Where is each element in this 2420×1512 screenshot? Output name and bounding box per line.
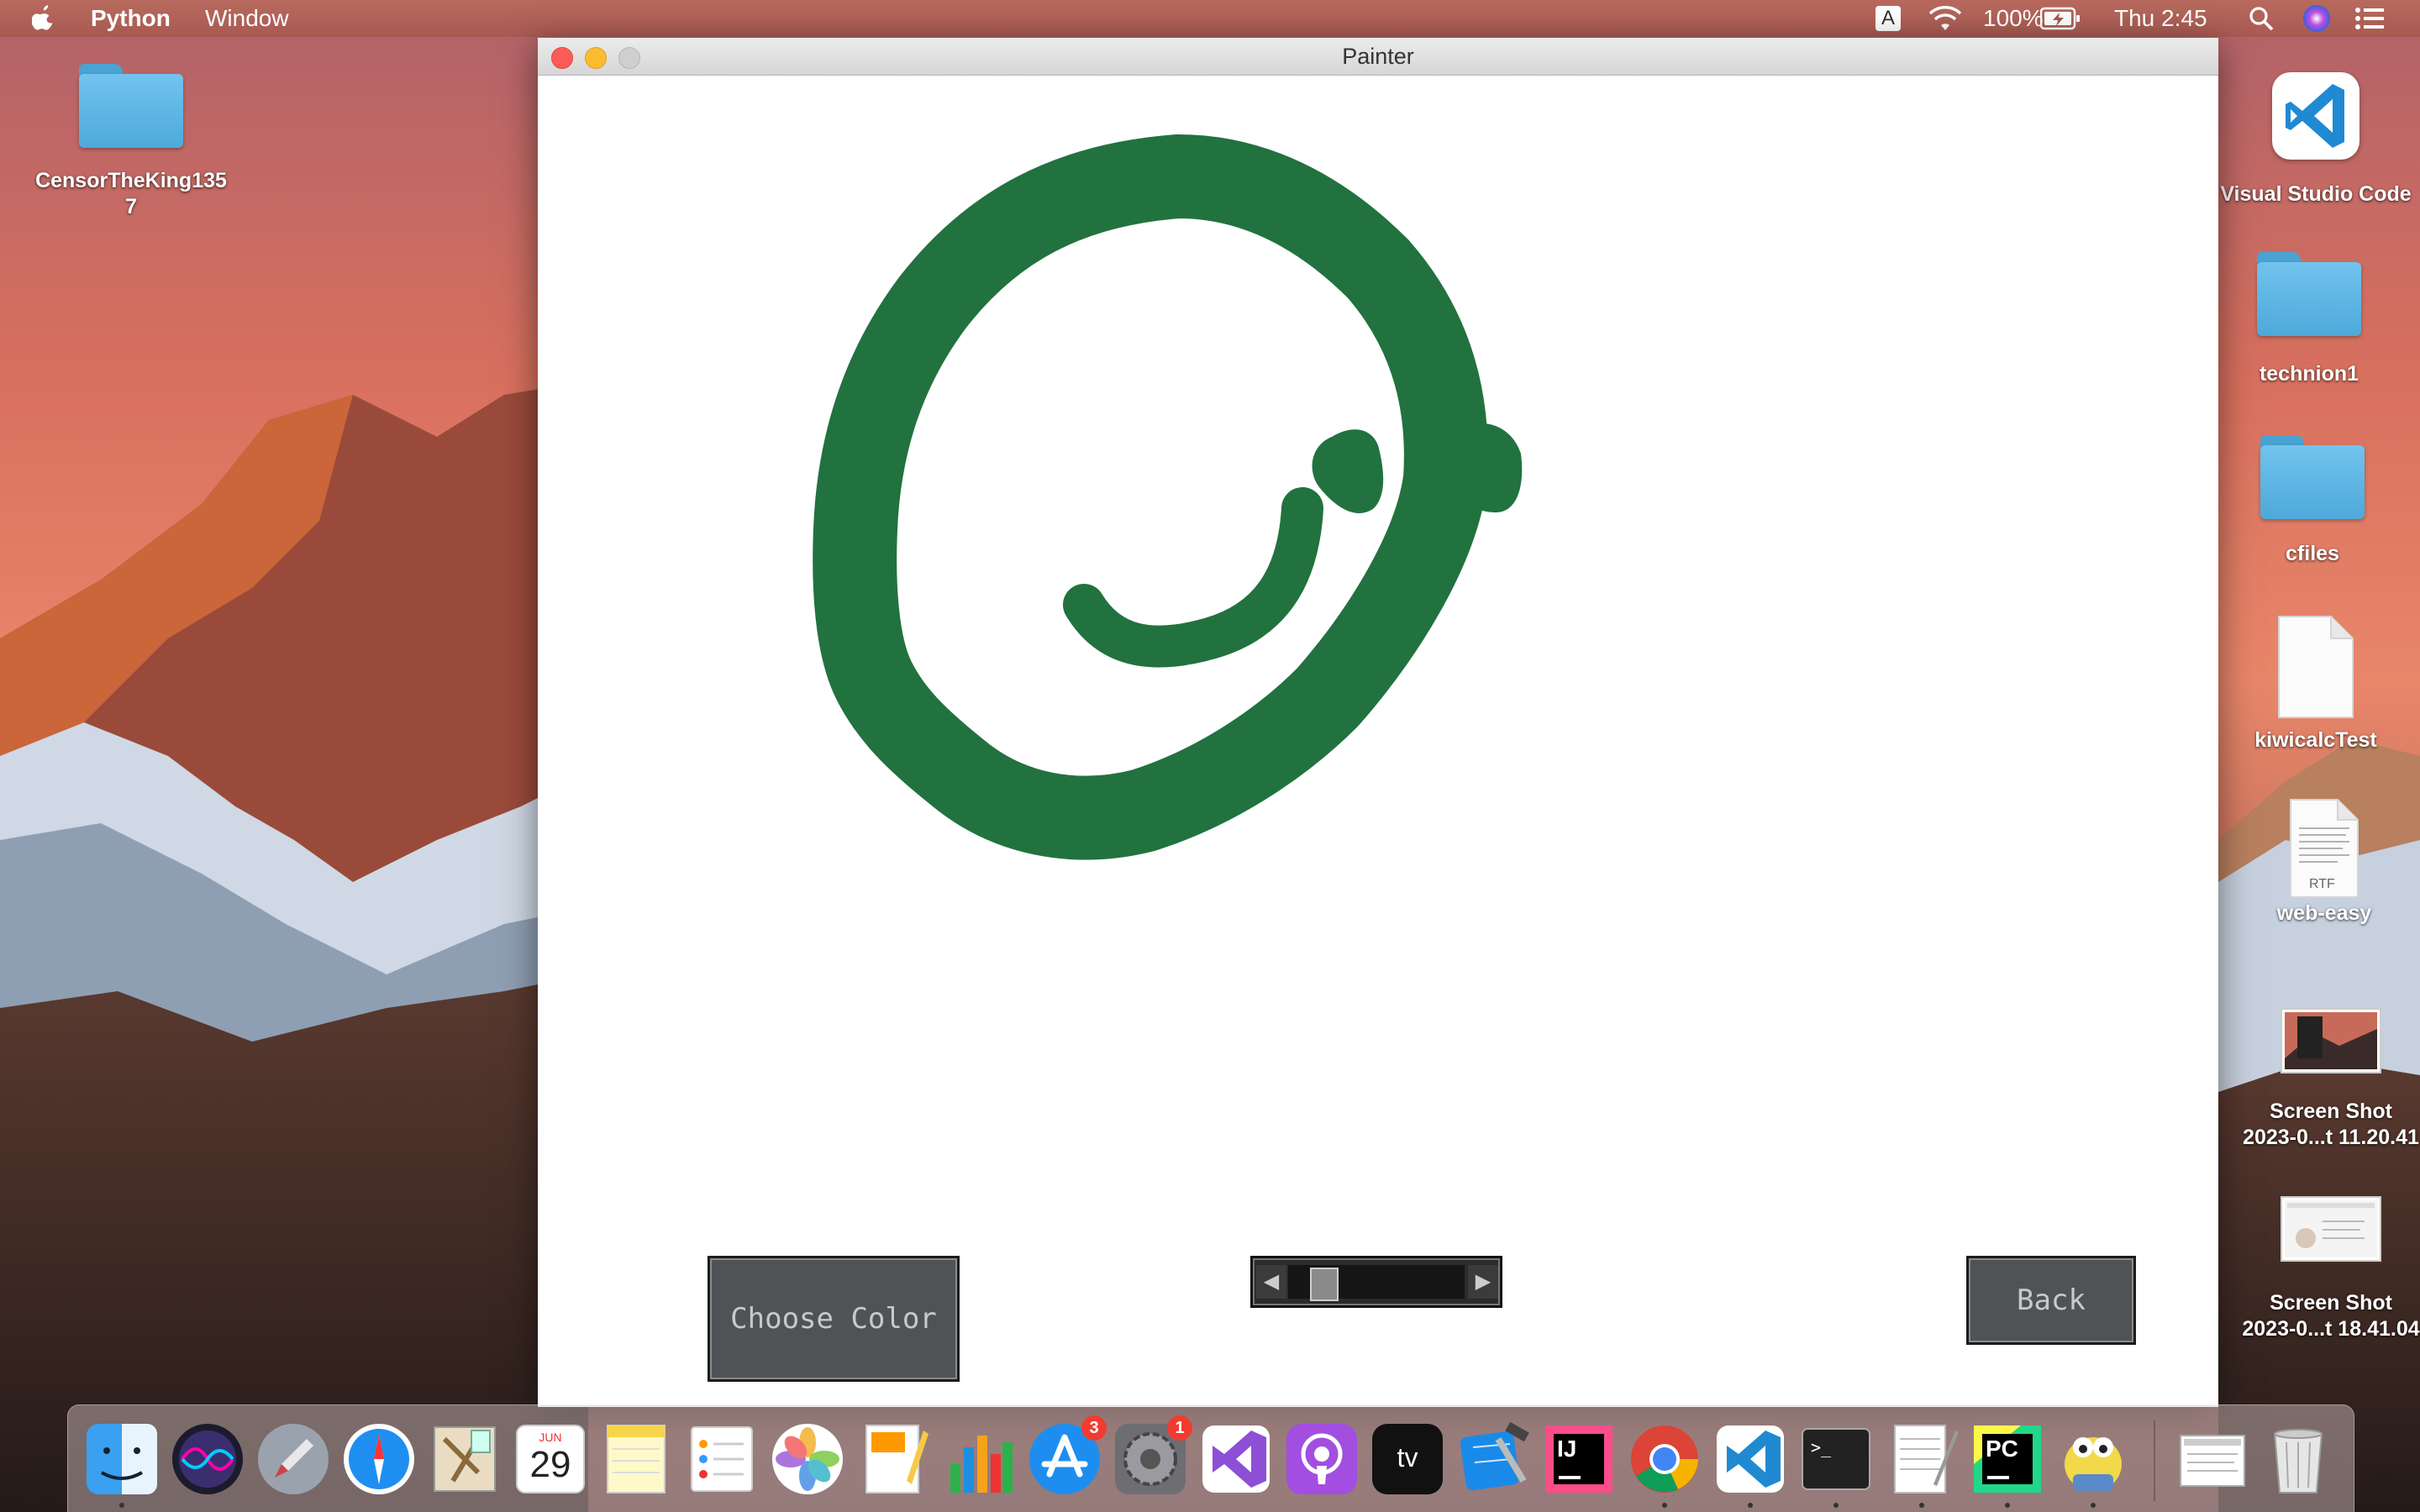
choose-color-button[interactable]: Choose Color	[708, 1256, 960, 1382]
menu-bar: Python Window A 100% Thu 2:45	[0, 0, 2420, 37]
battery-charging-icon[interactable]	[2039, 0, 2081, 37]
desktop-file-screenshot-2[interactable]: Screen Shot 2023-0...t 18.41.04	[2230, 1196, 2420, 1342]
slider-thumb[interactable]	[1310, 1268, 1339, 1301]
mail-icon[interactable]	[428, 1422, 502, 1496]
app-store-badge: 3	[1081, 1415, 1107, 1441]
terminal-prompt: >_	[1811, 1437, 1832, 1457]
desktop-file-web-easy[interactable]: RTF web-easy	[2223, 798, 2420, 927]
rtf-document-icon: RTF	[2287, 798, 2361, 899]
chrome-icon[interactable]	[1628, 1422, 1702, 1508]
notes-icon[interactable]	[599, 1422, 673, 1496]
app-store-icon[interactable]: 3	[1028, 1415, 1107, 1496]
menu-app-name[interactable]: Python	[91, 0, 171, 37]
desktop-icon-label: cfiles	[2286, 542, 2339, 565]
system-preferences-icon[interactable]: 1	[1113, 1415, 1192, 1496]
safari-icon[interactable]	[342, 1422, 416, 1496]
window-title: Painter	[1342, 44, 1414, 69]
mouth-stroke	[1063, 487, 1323, 668]
pycharm-label: PC	[1986, 1436, 2018, 1462]
desktop-file-kiwicalctest[interactable]: kiwicalcTest	[2215, 615, 2417, 753]
apple-tv-icon[interactable]: tv	[1370, 1422, 1444, 1496]
menu-clock[interactable]: Thu 2:45	[2114, 0, 2207, 37]
slider-trough[interactable]	[1288, 1265, 1465, 1301]
photos-icon[interactable]	[771, 1422, 844, 1496]
folder-icon	[2260, 435, 2365, 519]
apple-tv-label: tv	[1397, 1442, 1418, 1473]
pages-icon[interactable]	[856, 1422, 930, 1496]
desktop-icon-label: CensorTheKing135 7	[35, 169, 227, 218]
calendar-day: 29	[529, 1444, 571, 1485]
rtf-badge: RTF	[2309, 877, 2335, 891]
calendar-month: JUN	[539, 1431, 562, 1444]
notification-center-icon[interactable]	[2354, 0, 2385, 37]
podcasts-icon[interactable]	[1285, 1422, 1359, 1496]
document-icon	[2278, 616, 2354, 718]
slider-left-arrow-icon[interactable]: ◀	[1256, 1265, 1286, 1299]
wifi-icon[interactable]	[1928, 0, 1963, 37]
finder-icon[interactable]	[85, 1422, 159, 1508]
terminal-icon[interactable]: >_	[1799, 1422, 1873, 1508]
screenshot-thumbnail-icon	[2281, 1196, 2381, 1262]
calendar-icon[interactable]: JUN 29	[513, 1422, 587, 1496]
siri-menu-icon[interactable]	[2302, 0, 2331, 37]
dock: JUN 29 3 1 tv IJ >_ PC	[67, 1404, 2354, 1512]
dock-separator	[2154, 1420, 2155, 1501]
intellij-icon[interactable]: IJ	[1542, 1422, 1616, 1496]
desktop-file-screenshot-1[interactable]: Screen Shot 2023-0...t 11.20.41	[2230, 1008, 2420, 1151]
textedit-icon[interactable]	[1885, 1422, 1959, 1508]
desktop-icon-label: Screen Shot 2023-0...t 18.41.04	[2242, 1291, 2420, 1341]
numbers-icon[interactable]	[942, 1422, 1016, 1496]
folder-icon	[79, 64, 183, 148]
left-eye	[1312, 429, 1384, 513]
desktop: Python Window A 100% Thu 2:45 CensorTheK…	[0, 0, 2420, 1512]
python-launcher-icon[interactable]	[2056, 1422, 2130, 1508]
desktop-folder-technion1[interactable]: technion1	[2208, 252, 2410, 387]
pycharm-icon[interactable]: PC	[1970, 1422, 2044, 1508]
desktop-app-vscode[interactable]: Visual Studio Code	[2215, 72, 2417, 207]
slider-right-arrow-icon[interactable]: ▶	[1468, 1265, 1498, 1299]
downloads-stack-icon[interactable]	[2175, 1422, 2249, 1496]
drawing-canvas[interactable]: Choose Color ◀ ▶ Back	[538, 76, 2218, 1407]
desktop-icon-label: Screen Shot 2023-0...t 11.20.41	[2243, 1100, 2419, 1149]
apple-menu-icon[interactable]	[31, 0, 53, 37]
battery-percent[interactable]: 100%	[1983, 0, 2044, 37]
desktop-icon-label: web-easy	[2276, 901, 2372, 925]
desktop-folder-censortheking[interactable]: CensorTheKing135 7	[30, 64, 232, 220]
input-source-indicator[interactable]: A	[1876, 6, 1901, 31]
menu-window[interactable]: Window	[205, 0, 289, 37]
siri-icon[interactable]	[171, 1422, 245, 1496]
visual-studio-icon[interactable]	[1199, 1422, 1273, 1496]
trash-icon[interactable]	[2261, 1422, 2335, 1496]
folder-icon	[2257, 252, 2361, 336]
spotlight-search-icon[interactable]	[2249, 0, 2274, 37]
desktop-icon-label: Visual Studio Code	[2220, 182, 2412, 206]
back-button[interactable]: Back	[1966, 1256, 2136, 1345]
intellij-label: IJ	[1557, 1436, 1577, 1462]
window-titlebar[interactable]: Painter	[538, 38, 2218, 76]
painter-window: Painter Choose Color ◀ ▶ Back	[538, 38, 2218, 1407]
desktop-folder-cfiles[interactable]: cfiles	[2212, 435, 2413, 567]
system-preferences-badge: 1	[1167, 1415, 1192, 1441]
desktop-icon-label: technion1	[2259, 362, 2360, 386]
desktop-icon-label: kiwicalcTest	[2254, 728, 2377, 752]
launchpad-icon[interactable]	[256, 1422, 330, 1496]
brush-size-slider[interactable]: ◀ ▶	[1250, 1256, 1502, 1308]
screenshot-thumbnail-icon	[2281, 1008, 2381, 1074]
reminders-icon[interactable]	[685, 1422, 759, 1496]
vscode-app-icon	[2272, 72, 2360, 160]
vscode-icon[interactable]	[1713, 1422, 1787, 1508]
smiley-drawing	[813, 134, 1523, 860]
xcode-icon[interactable]	[1456, 1421, 1530, 1496]
